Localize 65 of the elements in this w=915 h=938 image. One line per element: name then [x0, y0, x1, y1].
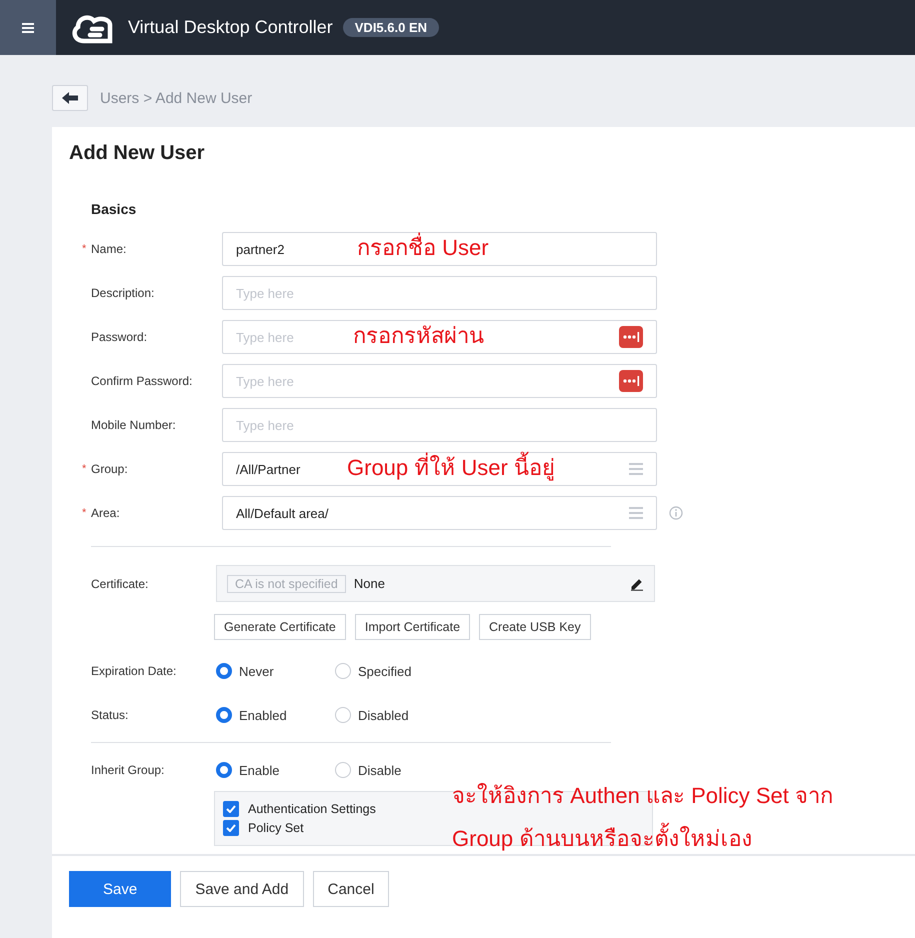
back-arrow-icon: [62, 92, 78, 104]
field-value: /All/Partner: [236, 462, 300, 476]
field-label: Password:: [91, 330, 148, 344]
field-value: partner2: [236, 242, 284, 256]
list-icon: [629, 463, 643, 475]
annotation-text: กรอกรหัสผ่าน: [353, 323, 484, 349]
input-field[interactable]: partner2 กรอกชื่อ User: [222, 232, 657, 266]
password-dots-icon[interactable]: [619, 326, 643, 348]
breadcrumb: Users > Add New User: [100, 90, 252, 106]
input-field[interactable]: All/Default area/: [222, 496, 657, 530]
edit-icon[interactable]: [630, 576, 644, 590]
back-button[interactable]: [52, 85, 88, 111]
checkbox[interactable]: [223, 820, 239, 836]
field-label: Confirm Password:: [91, 374, 194, 388]
menu-icon: [22, 22, 34, 32]
certificate-value: None: [354, 576, 386, 591]
certificate-button[interactable]: Create USB Key: [479, 614, 591, 640]
checkbox[interactable]: [223, 801, 239, 817]
form-button[interactable]: Cancel: [312, 871, 390, 907]
page-title: Add New User: [69, 141, 206, 165]
field-label: Certificate:: [91, 576, 150, 590]
form-button[interactable]: Save and Add: [180, 871, 304, 907]
annotation-text: กรอกชื่อ User: [357, 235, 489, 261]
field-label: Mobile Number:: [91, 418, 177, 432]
placeholder-text: Type here: [236, 330, 294, 344]
placeholder-text: Type here: [236, 374, 294, 388]
version-badge: VDI5.6.0 EN: [342, 18, 440, 37]
radio-label: Enable: [239, 762, 280, 778]
checkmark-icon: [226, 805, 236, 813]
ca-tag: CA is not specified: [227, 574, 346, 592]
certificate-button[interactable]: Generate Certificate: [214, 614, 346, 640]
radio-label: Disabled: [358, 708, 409, 722]
field-label: Status:: [91, 708, 130, 722]
radio-button[interactable]: [216, 707, 232, 723]
save-button[interactable]: Save: [69, 871, 172, 907]
field-value: All/Default area/: [236, 506, 328, 520]
checkmark-icon: [226, 824, 236, 832]
radio-label: Never: [239, 664, 274, 678]
radio-label: Disable: [358, 762, 402, 778]
radio-button[interactable]: [335, 762, 351, 778]
field-label: Inherit Group:: [91, 763, 166, 777]
checkbox-label: Authentication Settings: [248, 802, 376, 816]
section-title: Basics: [91, 201, 138, 217]
certificate-button[interactable]: Import Certificate: [354, 614, 470, 640]
radio-button[interactable]: [216, 762, 232, 778]
app-title: Virtual Desktop Controller: [128, 17, 333, 38]
radio-label: Specified: [358, 664, 412, 678]
checkbox-label: Policy Set: [248, 821, 304, 835]
required-asterisk: *: [82, 243, 86, 255]
required-asterisk: *: [82, 507, 86, 519]
radio-button[interactable]: [216, 663, 232, 679]
placeholder-text: Type here: [236, 286, 294, 300]
required-asterisk: *: [82, 463, 86, 475]
menu-button[interactable]: [0, 0, 56, 55]
placeholder-text: Type here: [236, 418, 294, 432]
radio-button[interactable]: [335, 707, 351, 723]
input-field[interactable]: Type here กรอกรหัสผ่าน: [222, 320, 657, 354]
radio-button[interactable]: [335, 663, 351, 679]
field-label: Expiration Date:: [91, 664, 178, 678]
list-icon: [629, 507, 643, 519]
radio-label: Enabled: [239, 708, 287, 722]
input-field[interactable]: /All/Partner Group ที่ให้ User นี้อยู่: [222, 452, 657, 486]
password-dots-icon[interactable]: [619, 370, 643, 392]
field-label: Description:: [91, 286, 156, 300]
annotation-text: จะให้อิงการ Authen และ Policy Set จาก: [452, 783, 833, 809]
